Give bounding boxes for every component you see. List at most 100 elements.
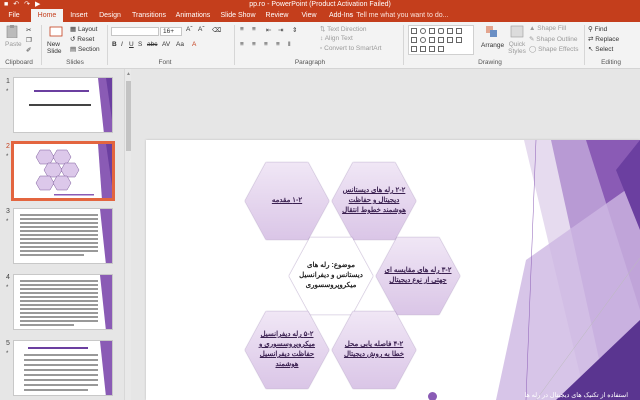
shrink-font-icon[interactable]: Aˇ (198, 26, 205, 33)
arrange-button[interactable]: Arrange (481, 42, 504, 49)
arrange-icon[interactable] (485, 25, 499, 38)
quick-styles-icon[interactable] (510, 25, 524, 38)
increase-indent-icon[interactable]: ⇥ (278, 26, 283, 34)
current-slide[interactable]: ۱-۲ مقدمه ۲-۲ رله های دیستانس دیجیتال و … (146, 140, 640, 400)
slide-thumbnail-4[interactable] (13, 274, 113, 330)
copy-icon[interactable]: ❐ (26, 36, 32, 44)
slide-thumbnail-2[interactable] (11, 141, 115, 201)
hexagon-compare[interactable]: ۳-۲ رله های مقایسه ای جهتی از نوع دیجیتا… (376, 234, 460, 318)
char-spacing-icon[interactable]: AV (162, 41, 170, 48)
slide-thumbnail-5[interactable] (13, 340, 113, 396)
layout-button[interactable]: ▦ Layout (70, 25, 97, 33)
rounded-rect-shape-icon[interactable] (438, 28, 444, 34)
triangle-shape-icon[interactable] (447, 28, 453, 34)
brace-shape-icon[interactable] (447, 37, 453, 43)
font-size-combo[interactable]: 16+ (160, 27, 182, 36)
align-text-button[interactable]: ↕ Align Text (320, 35, 353, 42)
effects-icon: ◯ (529, 46, 539, 53)
quick-styles-button[interactable]: Quick Styles (506, 41, 528, 55)
scrollbar-thumb[interactable] (126, 81, 131, 151)
line-spacing-icon[interactable]: ⇕ (292, 26, 297, 34)
cut-icon[interactable]: ✂ (26, 26, 31, 34)
tell-me-search[interactable]: ☼ Tell me what you want to do... (348, 9, 448, 22)
strikethrough-button[interactable]: abc (147, 41, 157, 48)
font-name-combo[interactable] (111, 27, 159, 36)
hexagon-intro[interactable]: ۱-۲ مقدمه (245, 159, 329, 243)
shape-outline-button[interactable]: ✎ Shape Outline (529, 35, 577, 43)
tab-review[interactable]: Review (263, 9, 291, 22)
change-case-icon[interactable]: Aa (176, 41, 184, 48)
paragraph-group-label: Paragraph (294, 59, 326, 66)
new-slide-button[interactable]: New Slide (47, 41, 65, 55)
select-button[interactable]: ↖ Select (588, 45, 613, 53)
tab-animations[interactable]: Animations (173, 9, 213, 22)
ribbon-tabs: File Home Insert Design Transitions Anim… (0, 9, 640, 22)
divider (234, 25, 235, 65)
tab-file[interactable]: File (3, 9, 25, 22)
arrow-shape-icon[interactable] (411, 37, 417, 43)
tab-transitions[interactable]: Transitions (129, 9, 169, 22)
thumbnail-art (20, 209, 112, 263)
tab-view[interactable]: View (298, 9, 320, 22)
slide-footer-text: استفاده از تکنیک های دیجیتال در رله ها (524, 392, 628, 399)
hexagon-label: ۱-۲ مقدمه (271, 197, 303, 204)
decrease-indent-icon[interactable]: ⇤ (266, 26, 271, 34)
shape-icon[interactable] (420, 46, 426, 52)
line-shape-icon[interactable] (456, 28, 462, 34)
shape-fill-button[interactable]: ▲ Shape Fill (529, 25, 566, 32)
new-slide-icon[interactable] (49, 25, 63, 38)
hexagon-fault-distance[interactable]: ۴-۲ فاصله یابی محل خطا به روش دیجیتال (332, 308, 416, 392)
align-left-icon[interactable]: ≡ (240, 41, 244, 48)
columns-icon[interactable]: ‖ (288, 41, 291, 48)
thumbnail-art (24, 341, 112, 395)
tab-insert[interactable]: Insert (66, 9, 92, 22)
reset-button[interactable]: ↺ Reset (70, 35, 94, 43)
hexagon-digital-links[interactable]: ۲-۲ رله های دیستانس دیجیتال و حفاظت هوشم… (332, 159, 416, 243)
shape-effects-button[interactable]: ◯ Shape Effects (529, 45, 578, 53)
shapes-gallery[interactable] (408, 25, 474, 55)
hexagon-differential[interactable]: ۵-۲ رله دیفرانسیل میکروپروسسوری و حفاظت … (245, 308, 329, 392)
bold-button[interactable]: B (112, 41, 117, 48)
italic-button[interactable]: I (121, 41, 123, 48)
hexagon-topic[interactable]: موضوع: رله های دیستانس و دیفرانسیل میکرو… (289, 234, 373, 318)
shadow-button[interactable]: S (138, 41, 142, 48)
shape-icon[interactable] (411, 46, 417, 52)
animation-star-icon: * (6, 219, 9, 225)
star-shape-icon[interactable] (429, 37, 435, 43)
format-painter-icon[interactable]: ✐ (26, 46, 31, 54)
numbering-icon[interactable]: ≡ (252, 26, 256, 33)
circle-shape-icon[interactable] (420, 37, 426, 43)
window-title: pp.ro - PowerPoint (Product Activation F… (249, 1, 391, 8)
align-center-icon[interactable]: ≡ (252, 41, 256, 48)
rectangle-shape-icon[interactable] (411, 28, 417, 34)
slide-thumbnail-3[interactable] (13, 208, 113, 264)
paste-button[interactable]: Paste (5, 41, 22, 48)
text-direction-button[interactable]: ⇅ Text Direction (320, 25, 367, 33)
convert-smartart-button[interactable]: ▫ Convert to SmartArt (320, 45, 382, 52)
paste-icon[interactable] (5, 25, 19, 39)
underline-button[interactable]: U (129, 41, 134, 48)
slide-thumbnail-1[interactable] (13, 77, 113, 133)
thumbnail-scrollbar[interactable]: ▲ (124, 69, 131, 400)
font-color-icon[interactable]: A (192, 41, 196, 48)
hexagon-label: ۳-۲ رله های مقایسه ای جهتی از نوع دیجیتا… (384, 267, 452, 284)
grow-font-icon[interactable]: Aˆ (186, 26, 193, 33)
scroll-up-icon[interactable]: ▲ (126, 71, 131, 77)
tab-design[interactable]: Design (95, 9, 125, 22)
section-button[interactable]: ▤ Section (70, 45, 100, 53)
find-button[interactable]: ⚲ Find (588, 25, 607, 33)
rectangle-shape-icon[interactable] (429, 28, 435, 34)
clear-format-icon[interactable]: ⌫ (212, 26, 221, 34)
callout-shape-icon[interactable] (438, 37, 444, 43)
oval-shape-icon[interactable] (420, 28, 426, 34)
shape-icon[interactable] (429, 46, 435, 52)
heart-shape-icon[interactable] (456, 37, 462, 43)
justify-icon[interactable]: ≡ (276, 41, 280, 48)
replace-button[interactable]: ⇄ Replace (588, 35, 619, 43)
tab-slide-show[interactable]: Slide Show (220, 9, 256, 22)
align-right-icon[interactable]: ≡ (264, 41, 268, 48)
shape-icon[interactable] (438, 46, 444, 52)
tab-home[interactable]: Home (31, 9, 63, 22)
clipboard-group-label: Clipboard (5, 59, 33, 66)
bullets-icon[interactable]: ≡ (240, 26, 244, 33)
